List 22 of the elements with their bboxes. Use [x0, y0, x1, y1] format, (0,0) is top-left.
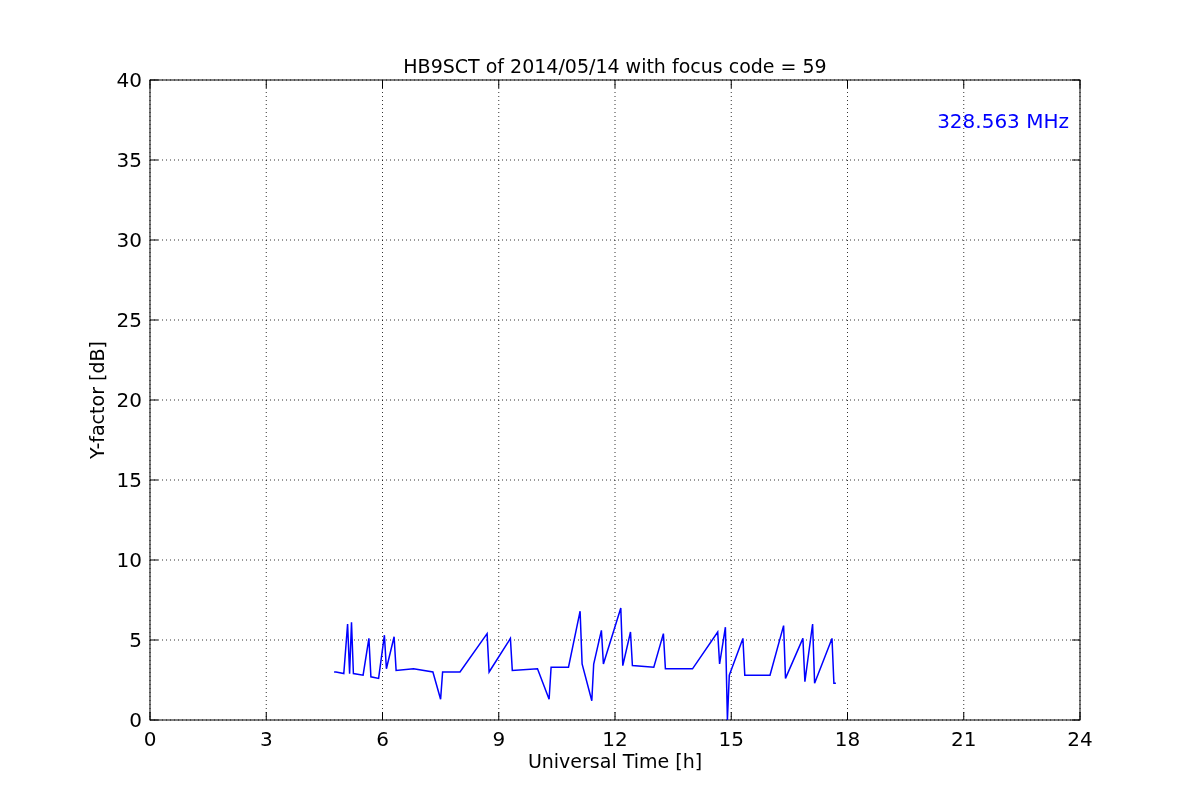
- axis-tick-label: 0: [143, 727, 157, 751]
- axis-tick-label: 30: [116, 228, 142, 252]
- axis-title: Y-factor [dB]: [86, 341, 108, 459]
- axis-tick-label: 9: [492, 727, 506, 751]
- axis-title: Universal Time [h]: [527, 750, 703, 772]
- axis-tick-label: 15: [116, 468, 142, 492]
- axis-tick-label: 18: [834, 727, 861, 751]
- axis-tick-label: 10: [116, 548, 142, 572]
- axis-tick-label: 21: [951, 727, 977, 751]
- axis-tick-label: 40: [116, 68, 142, 92]
- axis-tick-label: 6: [376, 727, 389, 751]
- axis-tick-label: 25: [116, 308, 142, 332]
- axis-tick-label: 20: [116, 388, 142, 412]
- axis-tick-label: 0: [129, 708, 142, 732]
- series-label: 328.563 MHz: [937, 109, 1069, 133]
- axis-tick-label: 15: [718, 727, 744, 751]
- chart-title: HB9SCT of 2014/05/14 with focus code = 59: [403, 55, 827, 77]
- axis-tick-label: 3: [259, 727, 273, 751]
- axis-tick-label: 35: [116, 148, 142, 172]
- axis-tick-label: 12: [602, 727, 628, 751]
- axis-tick-label: 5: [129, 628, 142, 652]
- axis-tick-label: 24: [1067, 727, 1093, 751]
